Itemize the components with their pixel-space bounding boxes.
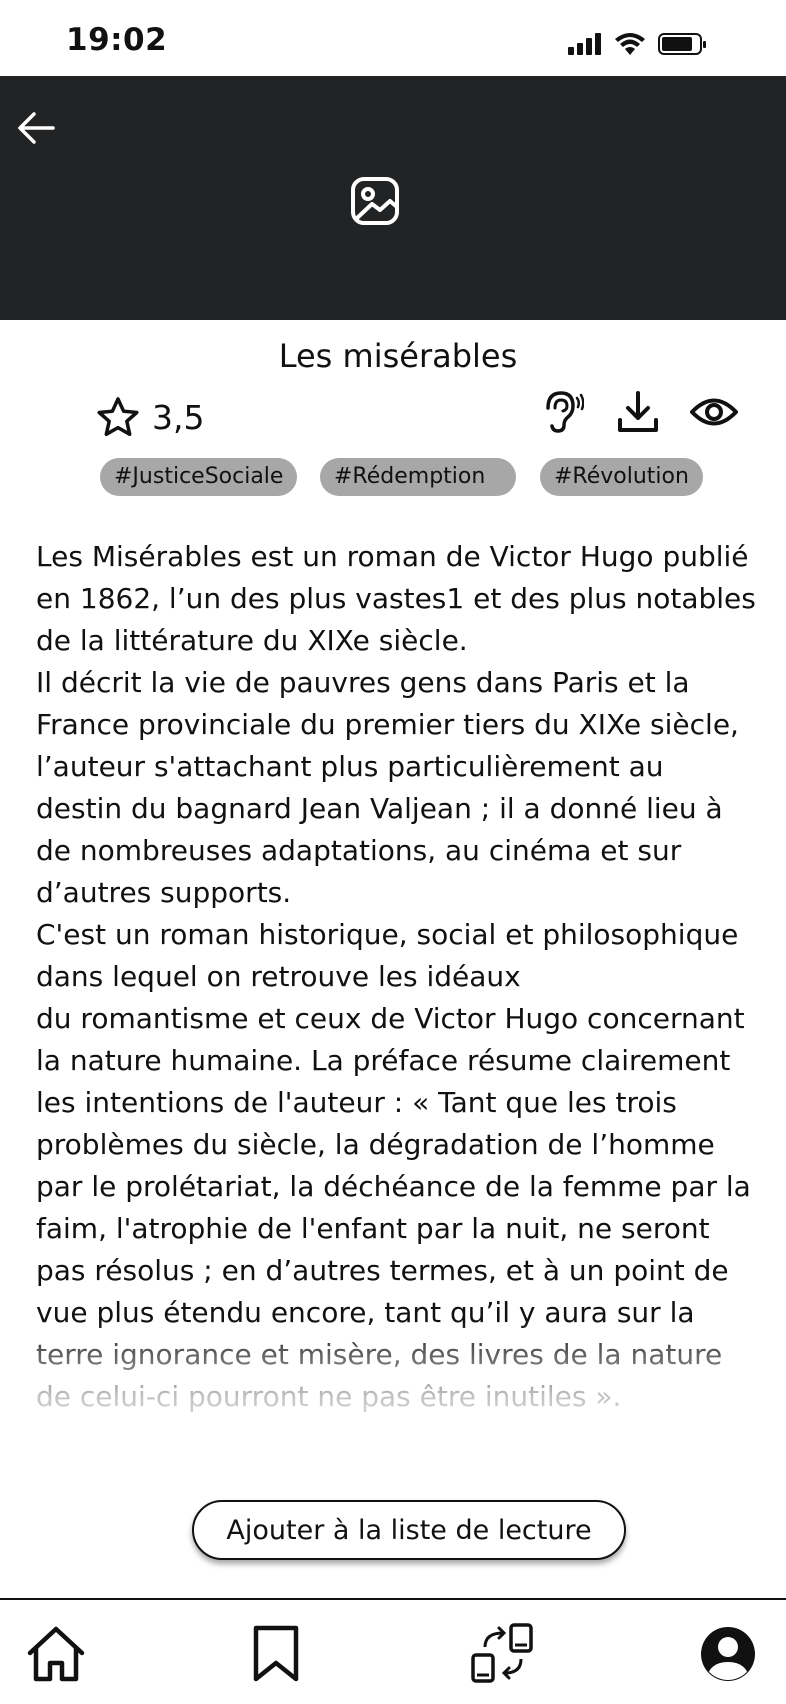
battery-icon [658, 33, 706, 55]
star-icon [97, 397, 139, 437]
nav-home[interactable] [24, 1622, 88, 1686]
signal-icon [568, 33, 601, 55]
nav-bookmarks[interactable] [244, 1622, 308, 1686]
profile-icon [701, 1627, 755, 1681]
tag-chip[interactable]: #Révolution [540, 458, 703, 496]
arrow-left-icon [18, 112, 55, 144]
book-description: Les Misérables est un roman de Victor Hu… [36, 536, 756, 1458]
back-button[interactable] [14, 106, 58, 150]
download-icon [618, 391, 658, 432]
status-icons [568, 32, 708, 56]
description-paragraph: Il décrit la vie de pauvres gens dans Pa… [36, 666, 739, 909]
nav-profile[interactable] [696, 1622, 760, 1686]
cover-header [0, 76, 786, 320]
bookmark-icon [253, 1625, 299, 1682]
rating-value: 3,5 [152, 397, 205, 437]
status-time: 19:02 [66, 22, 168, 58]
book-title: Les misérables [278, 337, 518, 375]
bottom-nav [0, 1598, 786, 1704]
image-placeholder-icon [351, 177, 399, 225]
nav-exchange[interactable] [470, 1622, 542, 1686]
exchange-icon [471, 1623, 533, 1683]
eye-icon [690, 398, 738, 426]
ear-icon [546, 391, 584, 433]
view-button[interactable] [690, 388, 738, 436]
home-icon [27, 1626, 85, 1682]
rating: 3,5 [96, 396, 204, 438]
description-paragraph: C'est un roman historique, social et phi… [36, 918, 739, 993]
listen-button[interactable] [538, 388, 586, 436]
book-actions [538, 388, 738, 436]
wifi-icon [615, 33, 645, 55]
download-button[interactable] [614, 388, 662, 436]
tag-chip[interactable]: #JusticeSociale [100, 458, 298, 496]
status-bar: 19:02 [0, 0, 786, 76]
tag-chip[interactable]: #Rédemption [320, 458, 516, 496]
description-paragraph: du romantisme et ceux de Victor Hugo con… [36, 1002, 751, 1413]
add-to-reading-list-button[interactable]: Ajouter à la liste de lecture [192, 1500, 626, 1560]
description-paragraph: Les Misérables est un roman de Victor Hu… [36, 540, 756, 657]
